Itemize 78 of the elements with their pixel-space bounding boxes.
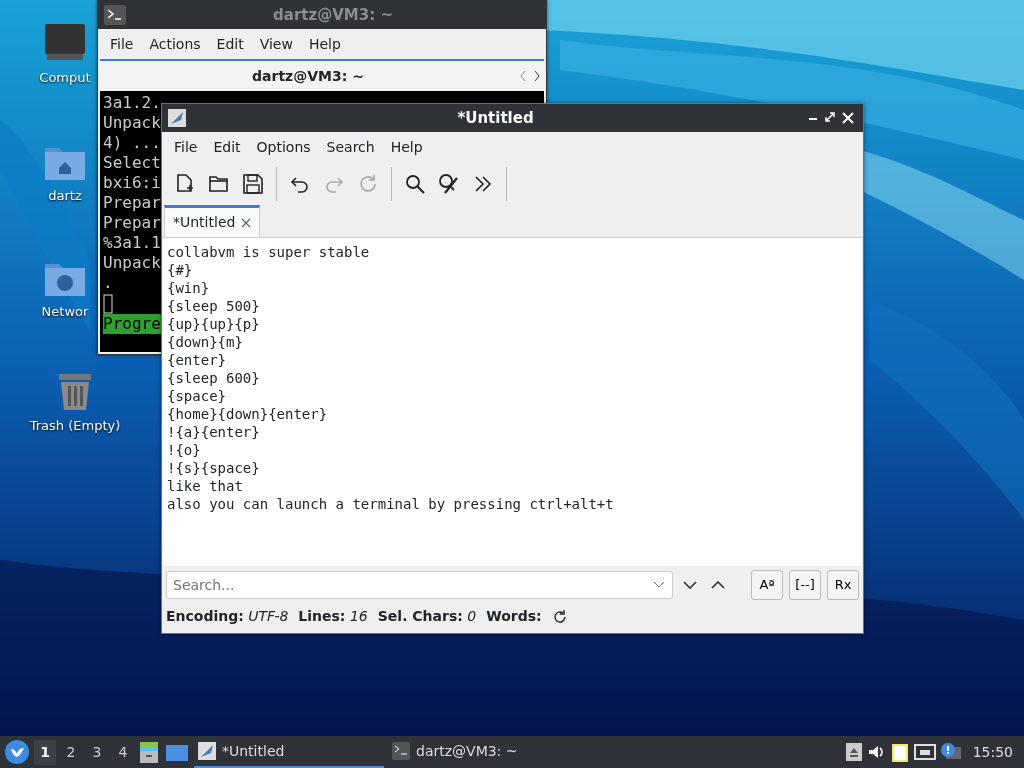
menu-item[interactable]: Search: [320, 136, 381, 158]
network-icon[interactable]: [913, 743, 936, 761]
text-line: {enter}: [167, 351, 227, 369]
text-line: {sleep 500}: [167, 297, 261, 315]
icon-label[interactable]: Networ: [41, 301, 89, 321]
menu-item[interactable]: Options: [250, 136, 317, 158]
terminal-line: 4) ...: [103, 133, 161, 153]
terminal-line: Prepar: [103, 213, 161, 233]
text-line: {sleep 600}: [167, 369, 261, 387]
terminal-icon: [392, 742, 410, 760]
task-label: *Untitled: [222, 741, 285, 761]
clock[interactable]: 15:50: [972, 741, 1013, 763]
terminal-line: bxi6:i: [103, 173, 161, 193]
window-title: dartz@VM3: ~: [272, 4, 394, 26]
workspace-button[interactable]: 3: [86, 739, 108, 765]
text-line: like that: [167, 477, 244, 495]
search-icon: [403, 172, 427, 196]
progress-text: Progre: [103, 313, 161, 334]
task-label: dartz@VM3: ~: [416, 741, 518, 761]
workspace-button[interactable]: 1: [34, 739, 56, 765]
dropdown-icon: [653, 581, 665, 589]
text-line: !{s}{space}: [167, 459, 261, 477]
menu-item[interactable]: View: [253, 33, 299, 55]
text-line: {down}{m}: [167, 333, 244, 351]
text-line: {space}: [167, 387, 227, 405]
taskbar-task[interactable]: dartz@VM3: ~: [388, 736, 578, 768]
tab-label: *Untitled: [173, 213, 236, 232]
text-line: {#}: [167, 261, 194, 279]
status-item: Encoding: UTF-8: [166, 607, 289, 626]
icon-label[interactable]: dartz: [48, 185, 82, 205]
menu-item[interactable]: Actions: [143, 33, 207, 55]
terminal-line: %3a1.1: [103, 233, 161, 253]
eject-icon[interactable]: [845, 743, 862, 761]
text-line: {win}: [167, 279, 211, 297]
terminal-line: Select: [103, 153, 161, 173]
window-title: *Untitled: [456, 107, 535, 129]
taskbar-task[interactable]: *Untitled: [194, 736, 384, 768]
refresh-icon[interactable]: [551, 608, 568, 625]
workspace-button[interactable]: 4: [112, 739, 134, 765]
terminal-icon: [104, 5, 126, 25]
document-tab[interactable]: *Untitled: [164, 205, 261, 237]
clipboard-icon[interactable]: [889, 741, 910, 763]
text-line: !{o}: [167, 441, 202, 459]
start-menu-icon[interactable]: [4, 739, 30, 765]
text-line: !{a}{enter}: [167, 423, 261, 441]
menu-item[interactable]: Help: [302, 33, 347, 55]
terminal-line: .: [103, 273, 113, 293]
icon-label[interactable]: Trash (Empty): [29, 415, 121, 435]
notification-icon[interactable]: [939, 742, 962, 762]
menu-item[interactable]: Help: [384, 136, 429, 158]
match-case-button[interactable]: Aª: [751, 570, 783, 600]
file-cabinet-icon[interactable]: [138, 740, 160, 764]
menu-item[interactable]: File: [168, 136, 204, 158]
text-line: {home}{down}{enter}: [167, 405, 329, 423]
status-item: Sel. Chars: 0: [377, 607, 477, 626]
text-line: also you can launch a terminal by pressing ctrl+alt+t: [167, 495, 615, 513]
editor-icon: [198, 742, 216, 760]
status-item: Lines: 16: [298, 607, 368, 626]
menu-item[interactable]: Edit: [210, 33, 250, 55]
status-item: Words:: [486, 607, 542, 626]
find-replace-icon: [437, 172, 461, 196]
search-field[interactable]: Search...: [166, 571, 673, 599]
whole-word-button[interactable]: [--]: [789, 570, 821, 600]
terminal-line: Unpack: [103, 113, 161, 133]
close-icon[interactable]: [839, 110, 857, 126]
save-icon: [241, 172, 265, 196]
close-icon[interactable]: [241, 217, 252, 228]
text-line: {up}{up}{p}: [167, 315, 261, 333]
cursor-icon: [103, 293, 113, 314]
terminal-line: Prepar: [103, 193, 161, 213]
menu-item[interactable]: File: [104, 33, 140, 55]
menu-item[interactable]: Edit: [207, 136, 247, 158]
app-icon: [168, 109, 186, 127]
text-line: collabvm is super stable: [167, 243, 371, 261]
workspace-button[interactable]: 2: [60, 739, 82, 765]
terminal-line: Unpack: [103, 253, 161, 273]
terminal-line: 3a1.2.: [103, 93, 161, 113]
regex-button[interactable]: Rx: [827, 570, 859, 600]
